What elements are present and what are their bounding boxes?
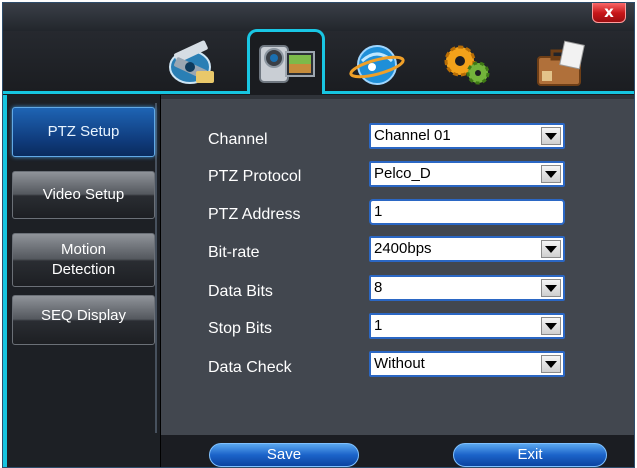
data-bits-value: 8 [374, 279, 383, 296]
sidebar-item-label-line2: Detection [51, 261, 116, 278]
tab-camera[interactable] [247, 29, 325, 94]
sidebar-item-video-setup[interactable]: Video Setup [12, 171, 155, 219]
ptz-protocol-value: Pelco_D [374, 165, 431, 182]
sidebar-item-ptz-setup[interactable]: PTZ Setup [12, 107, 155, 157]
sidebar-accent-edge [3, 95, 7, 467]
ptz-address-value: 1 [374, 203, 383, 220]
panel-top-border [161, 95, 634, 99]
channel-label: Channel [208, 131, 268, 148]
briefcase-icon [537, 40, 585, 86]
ptz-protocol-select[interactable]: Pelco_D [369, 161, 565, 187]
sidebar-item-label: SEQ Display [40, 307, 127, 324]
bit-rate-select[interactable]: 2400bps [369, 236, 565, 262]
exit-button[interactable]: Exit [453, 443, 607, 467]
gears-icon [444, 45, 490, 85]
sidebar-item-label: Video Setup [42, 186, 125, 203]
dropdown-arrow-icon[interactable] [541, 279, 561, 297]
tab-network[interactable] [341, 33, 411, 91]
dropdown-arrow-icon[interactable] [541, 165, 561, 183]
close-button[interactable]: x [592, 3, 626, 23]
sidebar-item-label: PTZ Setup [47, 123, 120, 140]
tab-film[interactable] [155, 33, 225, 91]
dropdown-arrow-icon[interactable] [541, 127, 561, 145]
settings-window: x PTZ Setup Video Setup Motion Detection… [2, 2, 635, 468]
stop-bits-label: Stop Bits [208, 320, 273, 337]
globe-network-icon [349, 45, 405, 85]
sidebar-item-motion-detection[interactable]: Motion Detection [12, 233, 155, 287]
footer-bar: Save Exit [161, 435, 634, 467]
ptz-address-input[interactable]: 1 [369, 199, 565, 225]
sidebar-item-seq-display[interactable]: SEQ Display [12, 295, 155, 345]
title-bar: x [3, 3, 634, 31]
save-button[interactable]: Save [209, 443, 359, 467]
ptz-settings-panel: Channel Channel 01 PTZ Protocol Pelco_D … [161, 95, 634, 435]
stop-bits-select[interactable]: 1 [369, 313, 565, 339]
channel-select[interactable]: Channel 01 [369, 123, 565, 149]
ptz-protocol-label: PTZ Protocol [208, 168, 302, 185]
ptz-address-label: PTZ Address [208, 206, 301, 223]
bit-rate-label: Bit-rate [208, 244, 260, 261]
sidebar-item-label-line1: Motion [60, 241, 107, 258]
data-check-select[interactable]: Without [369, 351, 565, 377]
camcorder-icon [259, 45, 315, 83]
tab-system[interactable] [431, 33, 501, 91]
tab-tools[interactable] [525, 33, 595, 91]
data-bits-label: Data Bits [208, 283, 273, 300]
data-check-label: Data Check [208, 359, 292, 376]
sidebar-divider [155, 103, 157, 433]
stop-bits-value: 1 [374, 317, 383, 334]
dropdown-arrow-icon[interactable] [541, 240, 561, 258]
data-bits-select[interactable]: 8 [369, 275, 565, 301]
data-check-value: Without [374, 355, 425, 372]
dropdown-arrow-icon[interactable] [541, 355, 561, 373]
sidebar: PTZ Setup Video Setup Motion Detection S… [3, 95, 161, 467]
bit-rate-value: 2400bps [374, 240, 432, 257]
dropdown-arrow-icon[interactable] [541, 317, 561, 335]
film-reel-icon [169, 40, 214, 84]
channel-value: Channel 01 [374, 127, 451, 144]
category-tab-bar [3, 29, 634, 95]
